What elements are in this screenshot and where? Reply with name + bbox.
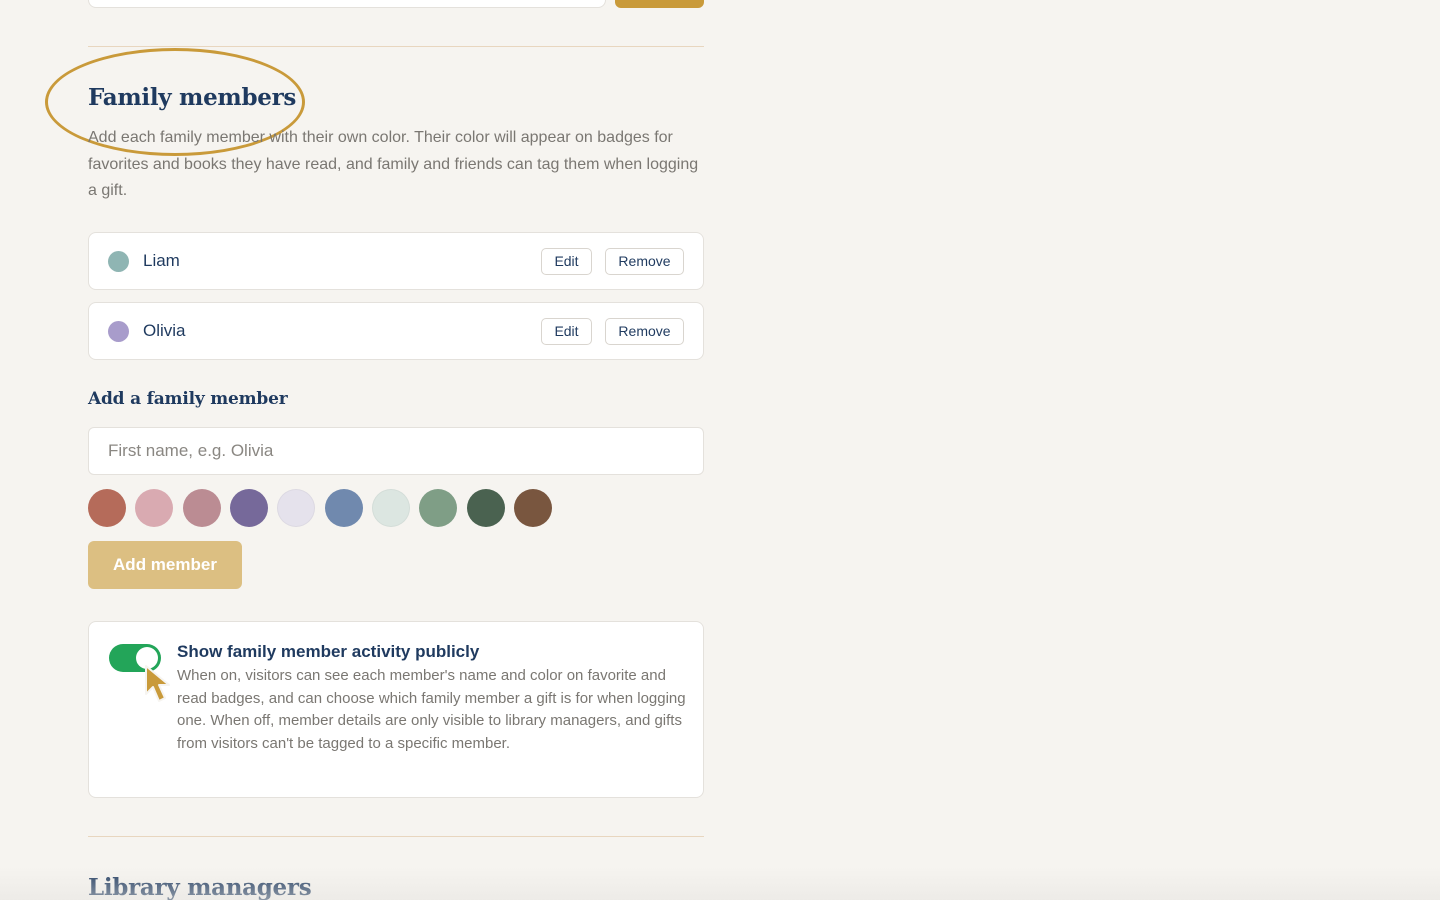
member-color-dot [108,321,129,342]
add-member-button[interactable]: Add member [88,541,242,589]
edit-member-button[interactable]: Edit [541,248,592,275]
color-swatch[interactable] [230,489,268,527]
remove-member-button[interactable]: Remove [605,248,684,275]
color-swatch[interactable] [183,489,221,527]
member-row: Olivia Edit Remove [88,302,704,360]
add-member-title: Add a family member [88,389,288,409]
member-row: Liam Edit Remove [88,232,704,290]
color-swatch[interactable] [325,489,363,527]
member-color-dot [108,251,129,272]
color-swatch[interactable] [514,489,552,527]
visibility-description: When on, visitors can see each member's … [177,667,686,753]
section-divider [88,836,704,837]
color-swatch[interactable] [467,489,505,527]
previous-section-input[interactable] [88,0,606,8]
member-name: Liam [143,251,180,270]
edit-member-button[interactable]: Edit [541,318,592,345]
member-name: Olivia [143,321,186,340]
library-managers-title: Library managers [88,874,312,900]
color-swatch[interactable] [135,489,173,527]
color-swatch[interactable] [277,489,315,527]
color-swatch[interactable] [88,489,126,527]
remove-member-button[interactable]: Remove [605,318,684,345]
visibility-setting-card: Show family member activity publicly Whe… [88,621,704,798]
section-divider [88,46,704,47]
visibility-title: Show family member activity publicly [177,642,480,661]
member-name-input[interactable] [88,427,704,475]
color-swatch[interactable] [419,489,457,527]
previous-section-button[interactable] [615,0,704,8]
section-description: Add each family member with their own co… [88,129,699,199]
toggle-knob [136,647,158,669]
color-swatch[interactable] [372,489,410,527]
visibility-toggle[interactable] [109,644,161,672]
section-title: Family members [88,84,297,111]
settings-page: Family members Add each family member wi… [0,0,1440,900]
